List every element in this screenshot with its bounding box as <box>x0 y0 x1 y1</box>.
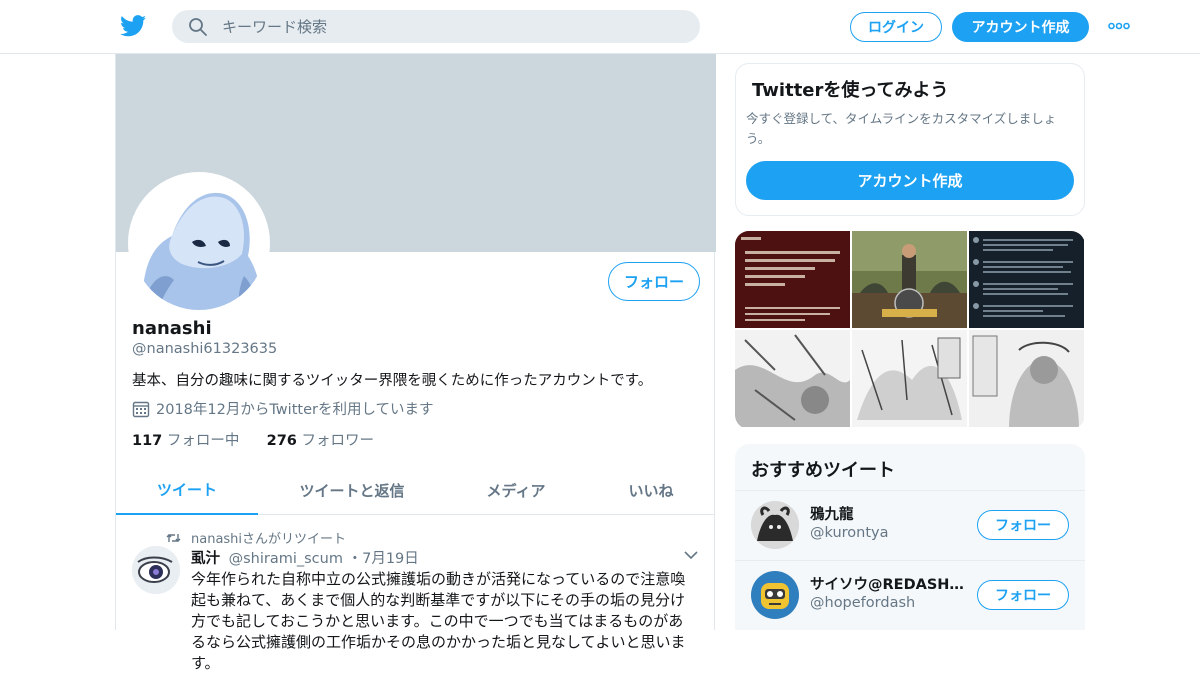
tweet-text: 今年作られた自称中立の公式擁護垢の動きが活発になっているので注意喚起も兼ねて、あ… <box>191 570 686 672</box>
recommend-avatar[interactable] <box>751 571 799 619</box>
media-image <box>969 231 1084 328</box>
media-thumbnail[interactable] <box>852 231 967 328</box>
tweet-separator: ・ <box>347 551 363 567</box>
profile-stats: 117 フォロー中 276 フォロワー <box>132 429 374 450</box>
profile-column: フォロー nanashi @nanashi61323635 基本、自分の趣味に関… <box>115 54 716 672</box>
signup-card: Twitterを使ってみよう 今すぐ登録して、タイムラインをカスタマイズしましょ… <box>735 63 1085 216</box>
media-image <box>969 330 1084 427</box>
follow-profile-button[interactable]: フォロー <box>608 262 700 301</box>
tab-tweets-replies[interactable]: ツイートと返信 <box>278 465 426 515</box>
recommend-avatar-image <box>751 501 799 549</box>
media-image <box>735 330 850 427</box>
recommend-follow-button[interactable]: フォロー <box>977 580 1069 610</box>
login-button[interactable]: ログイン <box>850 12 942 42</box>
recommend-handle[interactable]: @hopefordash <box>810 595 915 611</box>
media-thumbnail[interactable] <box>969 231 1084 328</box>
profile-avatar[interactable] <box>128 172 270 314</box>
twitter-bird-icon[interactable] <box>120 14 146 38</box>
media-thumbnail[interactable] <box>735 231 850 328</box>
recommend-handle[interactable]: @kurontya <box>810 525 889 541</box>
recommend-name[interactable]: サイソウ@REDASH… <box>810 573 970 594</box>
tweet-date[interactable]: 7月19日 <box>362 551 419 567</box>
author-avatar-image <box>132 546 180 594</box>
tweet-author-name[interactable]: 虱汁 <box>191 551 220 567</box>
tweet-header: 虱汁 @shirami_scum ・7月19日 <box>191 547 419 568</box>
recommend-name[interactable]: 鴉九龍 <box>810 503 970 524</box>
profile-handle: @nanashi61323635 <box>132 341 278 357</box>
signup-card-description: 今すぐ登録して、タイムラインをカスタマイズしましょう。 <box>746 111 1057 146</box>
media-image <box>852 231 967 328</box>
recommend-avatar[interactable] <box>751 501 799 549</box>
followers-link[interactable]: 276 フォロワー <box>267 433 374 449</box>
joined-text: 2018年12月からTwitterを利用しています <box>156 402 434 418</box>
search-icon <box>189 18 207 36</box>
recommend-item[interactable]: サイソウ@REDASH… @hopefordash フォロー <box>735 560 1085 629</box>
tab-likes[interactable]: いいね <box>606 465 696 515</box>
recommend-title: おすすめツイート <box>751 460 895 481</box>
following-label: フォロー中 <box>166 433 240 449</box>
media-thumbnail[interactable] <box>735 330 850 427</box>
signup-card-button[interactable]: アカウント作成 <box>746 161 1074 200</box>
search-input[interactable] <box>222 10 682 43</box>
search-box[interactable] <box>172 10 700 43</box>
tab-media[interactable]: メディア <box>466 465 566 515</box>
recommend-follow-button[interactable]: フォロー <box>977 510 1069 540</box>
media-image <box>852 330 967 427</box>
tweet-author-handle[interactable]: @shirami_scum <box>229 551 343 567</box>
followers-count: 276 <box>266 433 297 449</box>
followers-label: フォロワー <box>301 433 375 449</box>
top-bar: ログイン アカウント作成 <box>0 0 1200 54</box>
tweet-item[interactable]: nanashiさんがリツイート 虱汁 @shirami_scum ・7月19日 … <box>116 516 714 672</box>
retweet-icon <box>166 533 181 542</box>
following-link[interactable]: 117 フォロー中 <box>132 433 239 449</box>
profile-name: nanashi <box>132 318 212 339</box>
avatar-image <box>132 176 266 310</box>
more-dots-icon[interactable] <box>1108 19 1130 33</box>
media-image <box>735 231 850 328</box>
signup-card-title: Twitterを使ってみよう <box>752 80 949 101</box>
profile-tabs: ツイート ツイートと返信 メディア いいね <box>116 465 714 515</box>
profile-bio: 基本、自分の趣味に関するツイッター界隈を覗くために作ったアカウントです。 <box>132 373 653 389</box>
media-thumbnail[interactable] <box>969 330 1084 427</box>
tweet-author-avatar[interactable] <box>132 546 180 594</box>
retweet-label: nanashiさんがリツイート <box>191 532 347 547</box>
retweet-context: nanashiさんがリツイート <box>166 528 346 547</box>
recommend-avatar-image <box>751 571 799 619</box>
profile-joined: 2018年12月からTwitterを利用しています <box>132 398 434 419</box>
media-grid <box>735 231 1085 429</box>
following-count: 117 <box>132 433 163 449</box>
signup-button[interactable]: アカウント作成 <box>952 12 1089 42</box>
calendar-icon <box>132 401 150 417</box>
media-thumbnail[interactable] <box>852 330 967 427</box>
recommend-card: おすすめツイート 鴉九龍 @kurontya フォロー サイソウ@REDASH… <box>735 444 1085 630</box>
recommend-item[interactable]: 鴉九龍 @kurontya フォロー <box>735 490 1085 559</box>
tab-tweets[interactable]: ツイート <box>116 465 258 515</box>
chevron-down-icon[interactable] <box>684 550 698 560</box>
